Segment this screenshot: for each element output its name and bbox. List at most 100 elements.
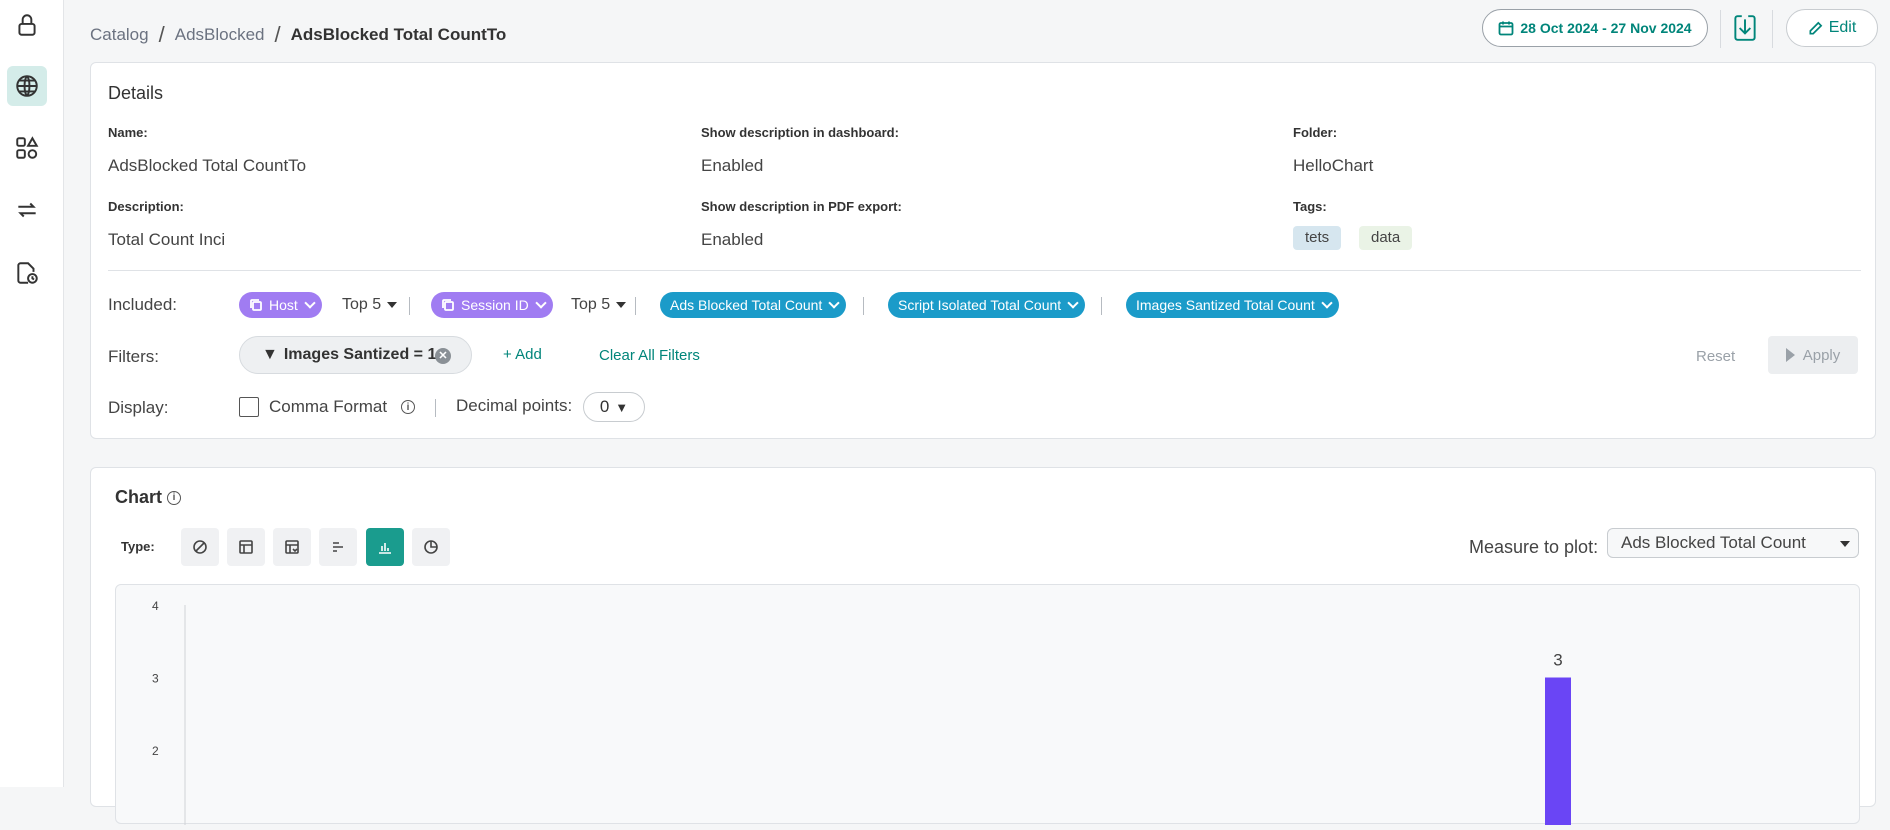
measure-chip-script-isolated[interactable]: Script Isolated Total Count: [888, 292, 1086, 318]
show-desc-pdf-label: Show description in PDF export:: [701, 199, 902, 214]
report-schedule-icon[interactable]: [7, 253, 47, 293]
lock-icon[interactable]: [7, 5, 47, 45]
folder-value: HelloChart: [1293, 156, 1374, 175]
name-label: Name:: [108, 125, 148, 140]
calendar-icon: [1498, 21, 1514, 36]
measure-value: Ads Blocked Total Count: [1621, 533, 1806, 552]
globe-icon[interactable]: [7, 66, 47, 106]
chevron-down-icon: [828, 297, 840, 309]
pie-icon[interactable]: [412, 528, 450, 566]
breadcrumb: Catalog / AdsBlocked / AdsBlocked Total …: [90, 22, 506, 48]
sync-icon[interactable]: [7, 190, 47, 230]
comma-format-label: Comma Format: [269, 397, 388, 416]
decimal-value: 0: [599, 397, 610, 416]
comma-format-checkbox[interactable]: [239, 397, 259, 417]
copy-icon: [442, 299, 454, 311]
pivot-table-icon[interactable]: [273, 528, 311, 566]
pencil-icon: [1809, 21, 1823, 34]
remove-filter-icon[interactable]: ✕: [435, 348, 451, 364]
caret-down-icon: [1840, 541, 1850, 547]
tags-label: Tags:: [1293, 199, 1327, 214]
divider: [409, 297, 410, 315]
measure-label: Ads Blocked Total Count: [670, 297, 823, 313]
y-tick-label: 2: [152, 744, 159, 758]
y-tick-label: 3: [152, 672, 159, 686]
chart-heading: Chart i: [115, 487, 182, 508]
chevron-down-icon: [1321, 297, 1333, 309]
folder-label: Folder:: [1293, 125, 1338, 140]
chart-card: Chart i Type: Measure to plot: Ads Block…: [90, 467, 1876, 830]
measure-chip-images-santized[interactable]: Images Santized Total Count: [1126, 292, 1339, 318]
y-tick-label: 4: [152, 599, 159, 613]
show-desc-dashboard-value: Enabled: [701, 156, 764, 175]
show-desc-dashboard-label: Show description in dashboard:: [701, 125, 899, 140]
caret-down-icon: [387, 302, 398, 308]
filter-pill[interactable]: ▼ Images Santized = 1 ✕: [239, 336, 472, 374]
info-icon[interactable]: i: [401, 400, 415, 414]
breadcrumb-adsblocked[interactable]: AdsBlocked: [175, 25, 265, 45]
show-desc-pdf-value: Enabled: [701, 230, 764, 249]
divider: [635, 297, 636, 315]
none-icon[interactable]: [181, 528, 219, 566]
tag: data: [1359, 226, 1413, 250]
top-n-label: Top 5: [571, 296, 611, 313]
info-icon[interactable]: i: [167, 490, 182, 505]
clear-filters-button[interactable]: Clear All Filters: [599, 347, 700, 364]
date-range-button[interactable]: 28 Oct 2024 - 27 Nov 2024: [1482, 9, 1708, 47]
chevron-down-icon: [1067, 297, 1079, 309]
plot-area: 4 3 2 3: [115, 584, 1860, 830]
horizontal-bar-icon[interactable]: [319, 528, 357, 566]
dimension-chip-host[interactable]: Host: [239, 292, 322, 318]
chart-title: Chart: [115, 487, 163, 507]
play-icon: [1785, 348, 1795, 362]
display-label: Display:: [108, 398, 169, 417]
table-icon[interactable]: [227, 528, 265, 566]
top-n-label: Top 5: [342, 296, 382, 313]
filter-text: Images Santized = 1: [283, 346, 437, 363]
breadcrumb-catalog[interactable]: Catalog: [90, 25, 149, 45]
download-button[interactable]: [1730, 10, 1760, 46]
sidebar: [0, 0, 64, 787]
edit-label: Edit: [1828, 19, 1857, 36]
dimension-label: Session ID: [461, 297, 529, 313]
name-value: AdsBlocked Total CountTo: [108, 156, 307, 175]
type-label: Type:: [121, 539, 155, 554]
measure-label: Measure to plot:: [1469, 537, 1599, 557]
divider: [1720, 10, 1721, 48]
caret-down-icon: ▼: [615, 399, 629, 415]
vertical-bar-icon[interactable]: [366, 528, 404, 566]
add-filter-button[interactable]: + Add: [503, 346, 542, 363]
measure-select[interactable]: Ads Blocked Total Count: [1607, 528, 1859, 558]
bar-chart: 4 3 2 3: [152, 599, 1571, 830]
apply-label: Apply: [1802, 346, 1841, 364]
divider: [863, 297, 864, 315]
decimal-points-label: Decimal points:: [456, 396, 573, 415]
apply-button[interactable]: Apply: [1768, 336, 1858, 374]
divider: [108, 270, 1861, 271]
measure-label: Script Isolated Total Count: [898, 297, 1062, 313]
shapes-icon[interactable]: [7, 128, 47, 168]
divider: [435, 399, 436, 417]
reset-button[interactable]: Reset: [1696, 348, 1735, 365]
top-n-select[interactable]: Top 5: [342, 296, 398, 314]
divider: [1772, 10, 1773, 48]
copy-icon: [250, 299, 262, 311]
edit-button[interactable]: Edit: [1786, 9, 1878, 47]
dimension-label: Host: [269, 297, 298, 313]
tag: tets: [1293, 226, 1342, 250]
download-icon: [1734, 15, 1756, 41]
details-title: Details: [108, 83, 164, 103]
bar[interactable]: [1545, 677, 1571, 830]
filter-icon: ▼: [262, 346, 278, 363]
measure-chip-ads-blocked[interactable]: Ads Blocked Total Count: [660, 292, 847, 318]
description-label: Description:: [108, 199, 184, 214]
top-n-select[interactable]: Top 5: [571, 296, 627, 314]
included-label: Included:: [108, 295, 177, 314]
filters-label: Filters:: [108, 347, 159, 366]
date-range-label: 28 Oct 2024 - 27 Nov 2024: [1520, 20, 1692, 36]
page-title: AdsBlocked Total CountTo: [290, 25, 507, 44]
dimension-chip-session-id[interactable]: Session ID: [431, 292, 553, 318]
decimal-points-select[interactable]: 0 ▼: [583, 392, 645, 422]
breadcrumb-separator: /: [158, 22, 165, 47]
bar-data-label: 3: [1553, 651, 1562, 670]
